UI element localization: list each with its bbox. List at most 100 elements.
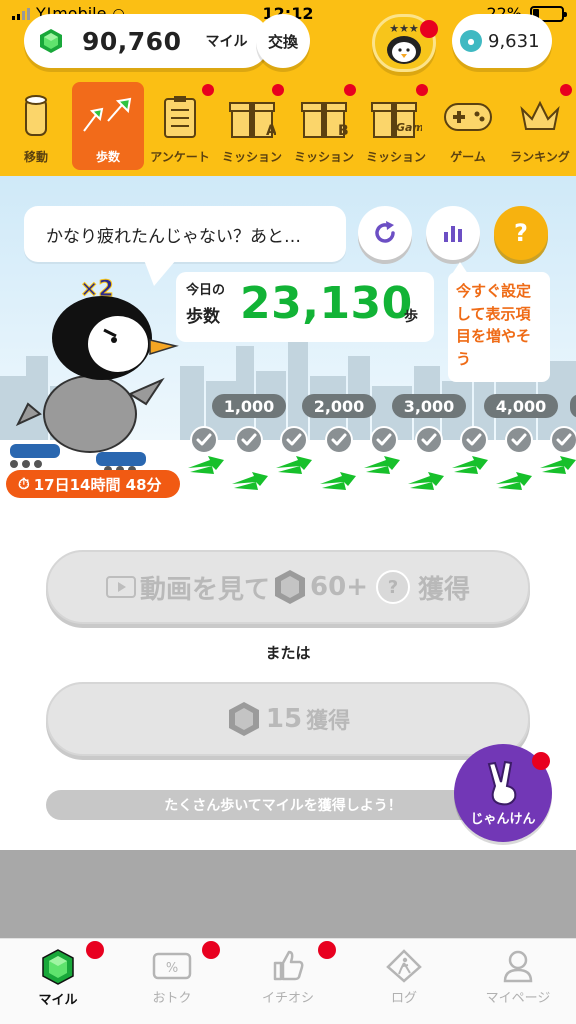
- footprint-icon: [406, 472, 446, 498]
- notification-dot: [420, 20, 438, 38]
- today-steps-label-2: 歩数: [186, 307, 220, 327]
- svg-text:B: B: [338, 123, 348, 139]
- exchange-button[interactable]: 交換: [256, 14, 310, 68]
- help-button[interactable]: ?: [494, 206, 548, 260]
- milestone-badge: 4,000: [484, 394, 558, 418]
- coin-icon: ●: [460, 30, 482, 52]
- today-steps-card: 今日の 歩数 23,130 歩: [176, 272, 434, 342]
- video-suffix: 獲得: [417, 574, 470, 605]
- today-steps-label: 今日の: [186, 283, 226, 298]
- gem-icon: [40, 29, 62, 53]
- question-icon: ?: [514, 219, 528, 247]
- notification-dot: [344, 84, 356, 96]
- footprint-icon: [274, 456, 314, 482]
- or-label: または: [265, 644, 311, 662]
- footprint-icon: [186, 456, 226, 482]
- miles-value: 90,760: [82, 26, 182, 56]
- penguin-speech-bubble[interactable]: かなり疲れたんじゃない？あと…: [24, 206, 346, 262]
- footprint-icon: [230, 472, 270, 498]
- svg-text:%: %: [166, 961, 178, 976]
- claim-miles-button[interactable]: 15 獲得: [46, 682, 530, 756]
- nav-item-game[interactable]: ゲーム: [432, 82, 504, 170]
- footprint-icon: [318, 472, 358, 498]
- footprint-icon: [362, 456, 402, 482]
- notification-dot: [318, 941, 336, 959]
- stats-button[interactable]: [426, 206, 480, 260]
- settings-hint-card[interactable]: 今すぐ設定して表示項目を増やそう: [448, 272, 550, 382]
- mystery-icon: ?: [375, 570, 410, 604]
- refresh-button[interactable]: [358, 206, 412, 260]
- gift-b-icon: B: [300, 90, 348, 144]
- countdown-timer: ⏱ 17日14時間 48分: [6, 470, 180, 498]
- timer-icon: ⏱: [18, 475, 30, 493]
- peace-hand-icon: [487, 760, 517, 805]
- nav-item-ranking[interactable]: ランキング: [504, 82, 576, 170]
- miles-unit: マイル: [205, 34, 248, 50]
- coupon-icon: %: [152, 952, 192, 980]
- today-steps-unit: 歩: [404, 309, 418, 325]
- checkmark-icon: [550, 426, 576, 454]
- step-scene: かなり疲れたんじゃない？あと… ? ×2 今日の 歩数 23,130 歩 今すぐ…: [0, 176, 576, 498]
- coin-value: 9,631: [488, 30, 540, 52]
- gem-icon: [228, 702, 259, 736]
- claim-amount: 15: [265, 704, 303, 734]
- checkmark-icon: [280, 426, 308, 454]
- ad-banner-area: [0, 850, 576, 938]
- settings-hint-text: 今すぐ設定して表示項目を増やそう: [456, 282, 532, 368]
- gem-icon: [275, 570, 306, 604]
- checkmark-icon: [460, 426, 488, 454]
- notification-dot: [86, 941, 104, 959]
- claim-suffix: 獲得: [306, 709, 351, 734]
- walk-hint-bar: たくさん歩いてマイルを獲得しよう！: [46, 790, 520, 820]
- nav-item-move[interactable]: 移動: [0, 82, 72, 170]
- gem-icon: [42, 949, 74, 985]
- timer-text: 17日14時間 48分: [33, 475, 162, 494]
- notification-dot: [532, 752, 550, 770]
- crown-icon: [518, 90, 562, 144]
- milestone-badge: 1,000: [212, 394, 286, 418]
- notification-dot: [202, 84, 214, 96]
- janken-label: じゃんけん: [470, 811, 536, 827]
- nav-item-steps[interactable]: 歩数: [72, 82, 144, 170]
- category-nav: 移動 歩数 アンケート A ミッション B ミッション Ga ミッション ゲーム…: [0, 82, 576, 170]
- video-label: 動画を見て: [140, 574, 271, 605]
- checkmark-icon: [415, 426, 443, 454]
- video-amount: 60+: [310, 572, 368, 602]
- footprint-icon: [538, 456, 576, 482]
- checkmark-icon: [505, 426, 533, 454]
- milestone-badge: 3,000: [392, 394, 466, 418]
- checkmark-icon: [235, 426, 263, 454]
- svg-text:A: A: [266, 123, 276, 139]
- checkmark-icon: [370, 426, 398, 454]
- footprint-icon: [494, 472, 534, 498]
- speech-text: かなり疲れたんじゃない？あと…: [46, 226, 301, 247]
- notification-dot: [272, 84, 284, 96]
- gamepad-icon: [443, 90, 493, 144]
- thumbs-up-icon: [273, 950, 304, 981]
- coin-balance[interactable]: ● 9,631: [452, 14, 552, 68]
- today-steps-value: 23,130: [240, 278, 413, 329]
- checkmark-icon: [190, 426, 218, 454]
- milestone-badge: 2,000: [302, 394, 376, 418]
- app-header: Y!mobile ◠ 12:12 22% 90,760 マイル 交換 ★★★ ●…: [0, 0, 576, 176]
- svg-text:Game: Game: [396, 121, 422, 134]
- notification-dot: [202, 941, 220, 959]
- footprints-icon: [78, 90, 138, 144]
- clipboard-icon: [163, 90, 197, 144]
- tab-mypage[interactable]: マイページ: [468, 949, 568, 1006]
- person-icon: [503, 950, 533, 983]
- bottom-tab-bar: マイル % おトク イチオシ ログ マイページ: [0, 938, 576, 1024]
- penguin-character: ×2: [10, 277, 179, 474]
- refresh-icon: [375, 221, 395, 243]
- notification-dot: [416, 84, 428, 96]
- tab-log[interactable]: ログ: [354, 949, 454, 1006]
- svg-text:★★★: ★★★: [389, 22, 419, 35]
- watch-video-button[interactable]: 動画を見て 60+ ? 獲得: [46, 550, 530, 624]
- video-icon: [106, 576, 136, 598]
- miles-balance[interactable]: 90,760 マイル: [24, 14, 270, 68]
- footprint-icon: [450, 456, 490, 482]
- bar-chart-icon: [444, 226, 462, 242]
- gift-game-icon: Game: [370, 90, 422, 144]
- walking-sign-icon: [386, 949, 422, 983]
- checkmark-icon: [325, 426, 353, 454]
